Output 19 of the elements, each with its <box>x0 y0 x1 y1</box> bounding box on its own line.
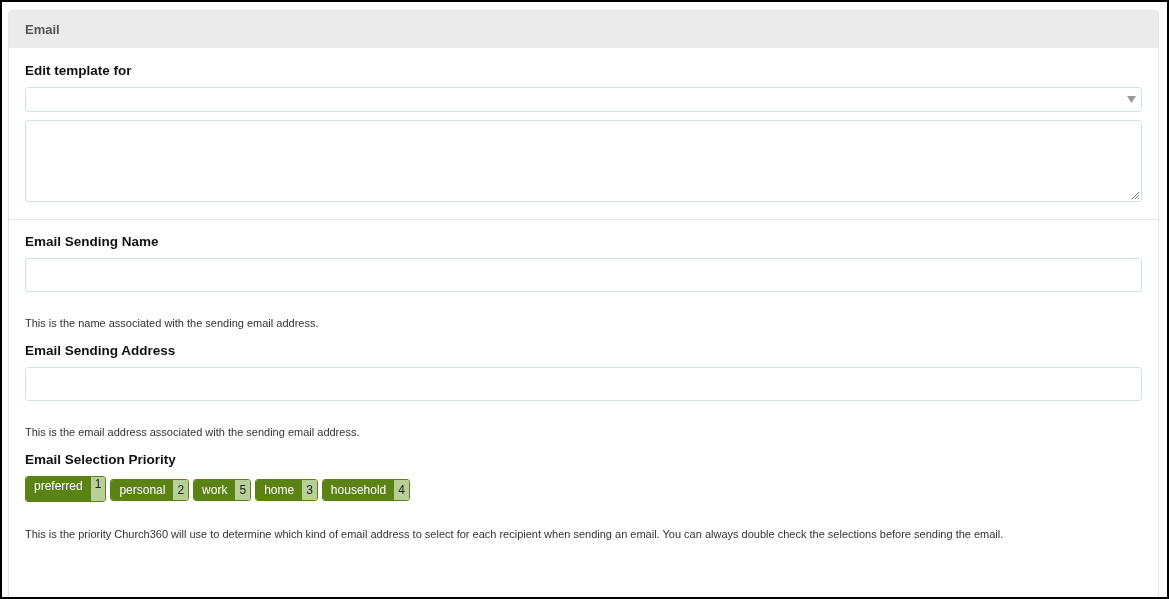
field-label: Email Sending Name <box>25 234 160 249</box>
priority-tag[interactable]: preferred 1 <box>25 476 107 502</box>
input-field[interactable] <box>25 367 1142 401</box>
help-text: This is the name associated with the sending email address. <box>25 317 320 329</box>
template-textarea[interactable] <box>25 120 1142 202</box>
input-field[interactable] <box>25 258 1142 292</box>
priority-tag[interactable]: home 3 <box>255 479 318 501</box>
priority-tag[interactable]: household 4 <box>321 479 410 501</box>
priority-tag[interactable]: work 5 <box>193 479 252 501</box>
panel-title: Email <box>25 22 60 37</box>
resize-grip-icon <box>1131 191 1139 199</box>
priority-tag[interactable]: personal 2 <box>110 479 190 501</box>
field-label: Edit template for <box>25 63 133 78</box>
caret-icon <box>1127 96 1136 103</box>
field-label: Email Selection Priority <box>25 452 177 467</box>
help-text: This is the email address associated with the sending email address. <box>25 426 361 438</box>
field-label: Email Sending Address <box>25 343 177 358</box>
template-select[interactable] <box>25 87 1142 112</box>
help-text: This is the priority Church360 will use to determine which kind of email address to select for each recipient when sending an email. You can always double check the selections before sending the email. <box>25 528 1005 540</box>
